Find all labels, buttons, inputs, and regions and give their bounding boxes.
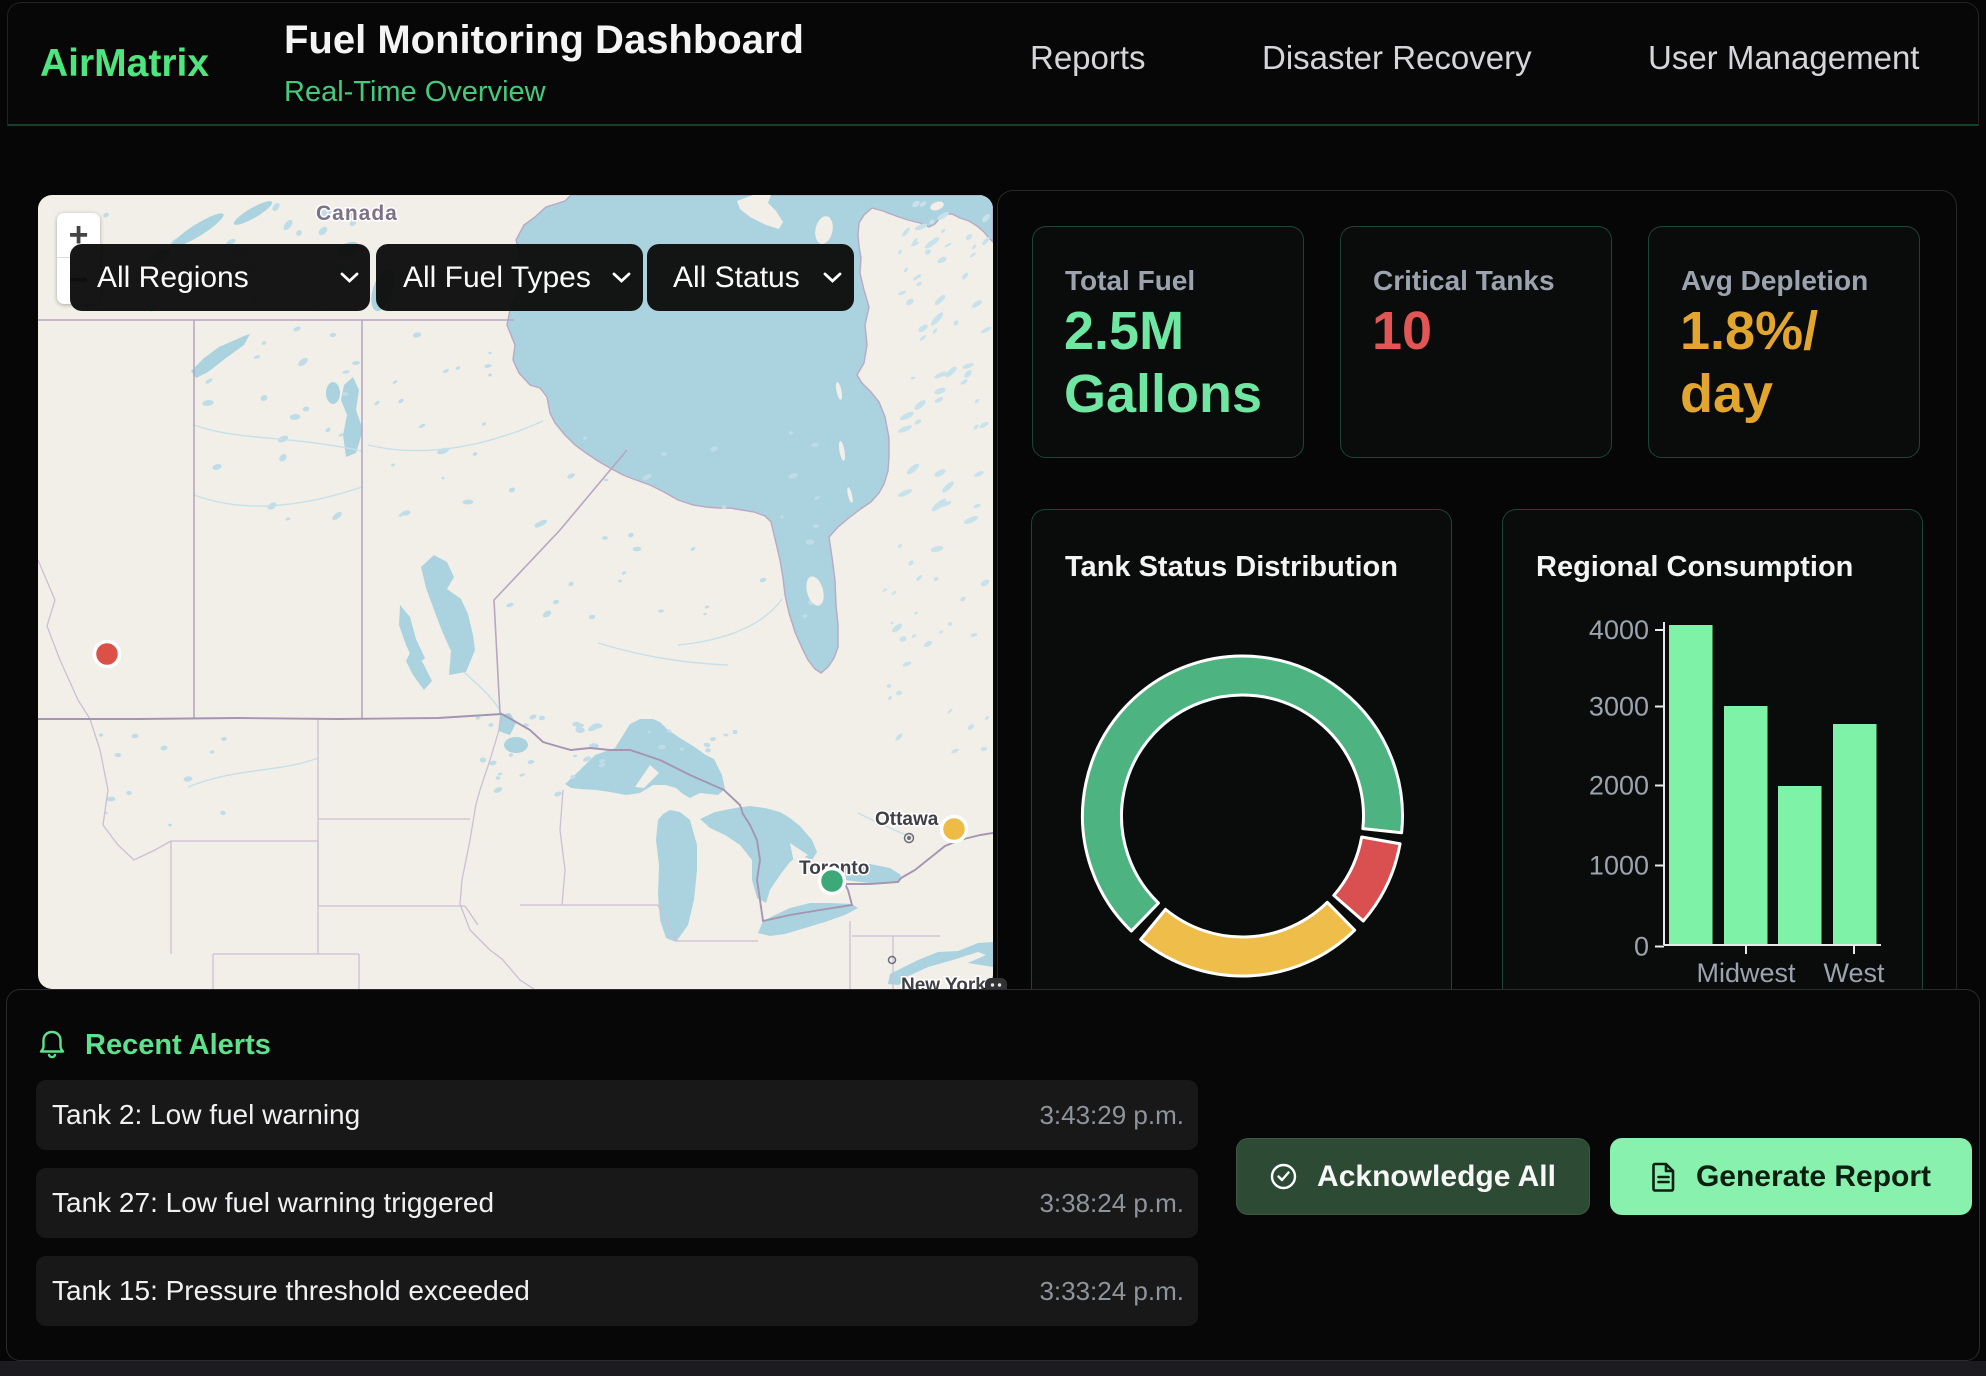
svg-text:Canada: Canada bbox=[316, 202, 398, 225]
svg-text:New York: New York bbox=[901, 975, 986, 989]
svg-text:0: 0 bbox=[1634, 932, 1649, 962]
svg-text:4000: 4000 bbox=[1589, 615, 1649, 645]
svg-text:West: West bbox=[1823, 958, 1885, 988]
svg-text:Ottawa: Ottawa bbox=[875, 809, 939, 830]
svg-text:Midwest: Midwest bbox=[1696, 958, 1796, 988]
svg-text:1000: 1000 bbox=[1589, 851, 1649, 881]
svg-text:3000: 3000 bbox=[1589, 692, 1649, 722]
svg-text:2000: 2000 bbox=[1589, 771, 1649, 801]
